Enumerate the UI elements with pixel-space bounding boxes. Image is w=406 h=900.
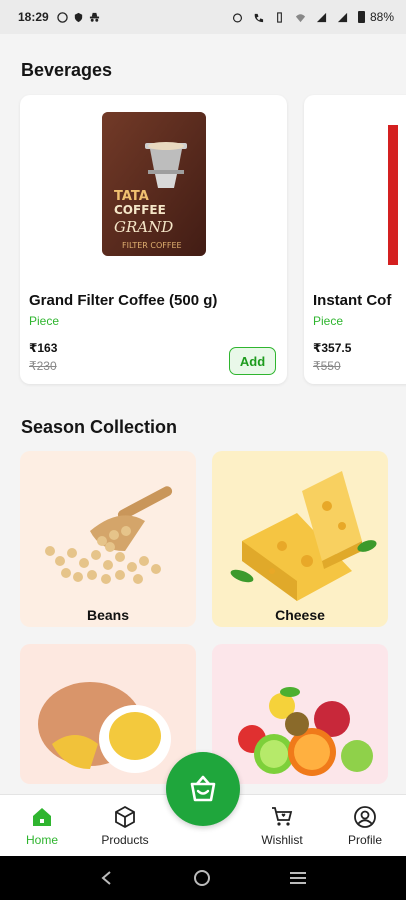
product-unit: Piece xyxy=(29,314,60,328)
nav-products-label: Products xyxy=(101,833,149,847)
alarm-icon xyxy=(232,12,243,22)
nav-profile[interactable]: Profile xyxy=(325,805,405,847)
product-unit: Piece xyxy=(313,314,344,328)
product-card[interactable]: TATA COFFEE GRAND FILTER COFFEE Grand Fi… xyxy=(20,95,287,384)
status-bar: 18:29 88% xyxy=(0,0,406,34)
pack-text-tata: TATA xyxy=(114,189,149,204)
signal-icon-2 xyxy=(337,12,348,22)
whatsapp-icon xyxy=(56,11,68,23)
collection-tile-eggs[interactable] xyxy=(20,644,196,784)
collection-tile-beans[interactable]: Beans xyxy=(20,451,196,627)
nav-home-label: Home xyxy=(25,833,58,847)
collection-tile-cheese[interactable]: Cheese xyxy=(212,451,388,627)
eggs-image xyxy=(38,682,171,773)
add-to-cart-button[interactable]: Add xyxy=(229,347,276,375)
fruits-image xyxy=(238,687,373,776)
product-card[interactable]: Instant Cof Piece ₹357.5 ₹550 xyxy=(304,95,406,384)
nav-profile-label: Profile xyxy=(347,833,382,847)
wifi-icon xyxy=(295,13,306,22)
product-image xyxy=(388,125,398,265)
system-nav-bar xyxy=(0,856,406,900)
battery-icon xyxy=(357,11,365,23)
nav-products[interactable]: Products xyxy=(85,805,165,847)
collection-tile-fruits[interactable] xyxy=(212,644,388,784)
product-name: Instant Cof xyxy=(313,292,392,309)
pack-text-coffee: COFFEE xyxy=(114,203,166,217)
home-icon xyxy=(33,808,51,826)
cart-heart-icon xyxy=(272,807,293,826)
product-mrp: ₹550 xyxy=(313,359,341,373)
signal-icon-1 xyxy=(316,12,327,22)
recents-icon[interactable] xyxy=(289,870,307,886)
user-icon xyxy=(354,806,376,828)
status-time: 18:29 xyxy=(18,10,49,24)
product-image: TATA COFFEE GRAND FILTER COFFEE xyxy=(102,112,206,256)
section-title-season: Season Collection xyxy=(21,417,178,437)
back-icon[interactable] xyxy=(99,870,115,886)
nav-wishlist-label: Wishlist xyxy=(261,833,303,847)
battery-percent: 88% xyxy=(369,10,394,24)
pack-text-filter: FILTER COFFEE xyxy=(122,241,182,250)
vibrate-icon xyxy=(277,11,282,23)
pack-text-grand: GRAND xyxy=(114,218,173,236)
home-circle-icon[interactable] xyxy=(193,869,211,887)
nav-home[interactable]: Home xyxy=(2,805,82,847)
wifi-calling-icon xyxy=(254,13,264,22)
collection-label: Cheese xyxy=(275,607,325,623)
incognito-icon xyxy=(89,12,99,22)
shield-icon xyxy=(74,12,82,22)
product-price: ₹163 xyxy=(29,341,58,355)
collection-label: Beans xyxy=(86,607,130,623)
product-price: ₹357.5 xyxy=(313,341,352,355)
beans-image xyxy=(45,486,173,584)
basket-icon xyxy=(190,775,216,802)
product-mrp: ₹230 xyxy=(29,359,57,373)
cart-fab-button[interactable] xyxy=(166,752,240,826)
box-icon xyxy=(115,805,135,829)
nav-wishlist[interactable]: Wishlist xyxy=(242,805,322,847)
cheese-image xyxy=(230,471,377,601)
product-name: Grand Filter Coffee (500 g) xyxy=(29,292,218,309)
section-title-beverages: Beverages xyxy=(21,60,113,80)
